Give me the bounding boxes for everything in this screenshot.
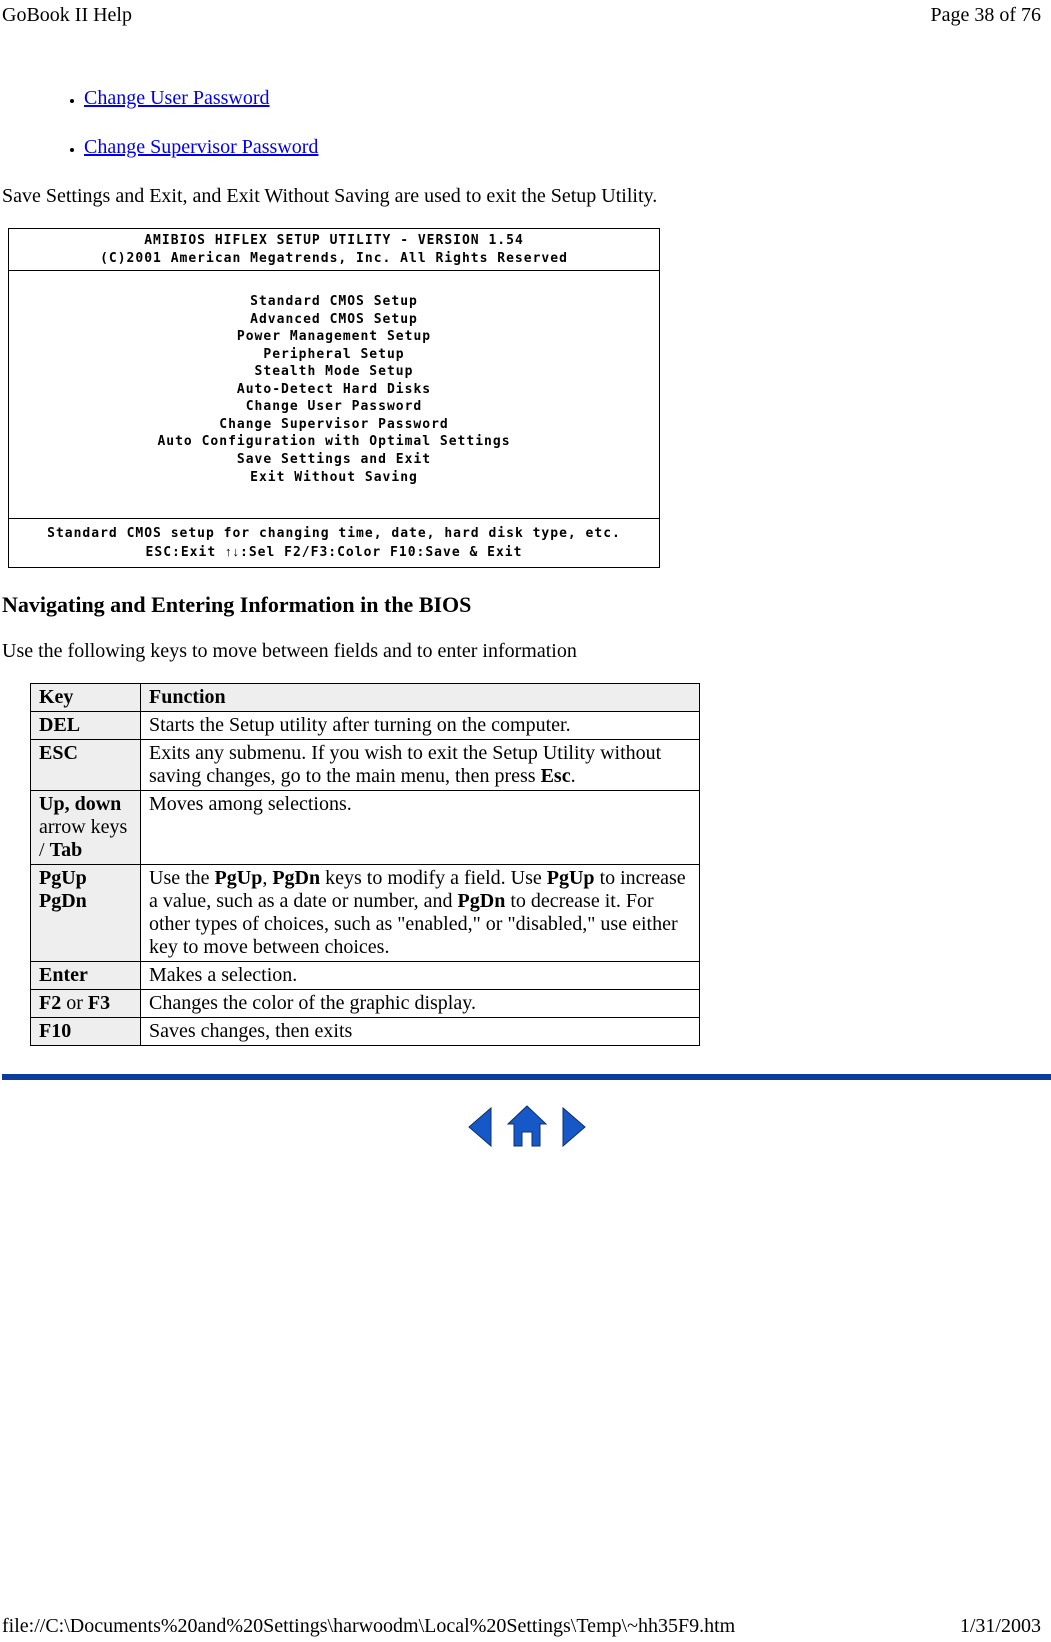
table-cell-key: DEL <box>31 712 141 740</box>
table-cell-key: Up, down arrow keys / Tab <box>31 791 141 865</box>
bios-menu-item: Stealth Mode Setup <box>15 363 653 381</box>
table-row: F2 or F3Changes the color of the graphic… <box>31 990 700 1018</box>
doc-title: GoBook II Help <box>2 4 132 27</box>
list-item: Change Supervisor Password <box>84 136 1051 159</box>
table-cell-function: Saves changes, then exits <box>141 1018 700 1046</box>
bios-menu: Standard CMOS SetupAdvanced CMOS SetupPo… <box>9 271 659 519</box>
table-row: Up, down arrow keys / TabMoves among sel… <box>31 791 700 865</box>
table-row: ESCExits any submenu. If you wish to exi… <box>31 740 700 791</box>
table-cell-key: Enter <box>31 962 141 990</box>
bios-header: AMIBIOS HIFLEX SETUP UTILITY - VERSION 1… <box>9 229 659 271</box>
bios-menu-item: Peripheral Setup <box>15 346 653 364</box>
bios-menu-item: Auto-Detect Hard Disks <box>15 381 653 399</box>
table-cell-function: Starts the Setup utility after turning o… <box>141 712 700 740</box>
paragraph: Use the following keys to move between f… <box>2 640 1051 663</box>
table-cell-key: F2 or F3 <box>31 990 141 1018</box>
bios-menu-item: Exit Without Saving <box>15 469 653 487</box>
bios-screenshot: AMIBIOS HIFLEX SETUP UTILITY - VERSION 1… <box>8 228 660 568</box>
table-cell-function: Exits any submenu. If you wish to exit t… <box>141 740 700 791</box>
bios-menu-item: Change User Password <box>15 398 653 416</box>
bios-menu-item: Change Supervisor Password <box>15 416 653 434</box>
footer-date: 1/31/2003 <box>960 1615 1041 1638</box>
table-cell-key: F10 <box>31 1018 141 1046</box>
bios-menu-item: Auto Configuration with Optimal Settings <box>15 433 653 451</box>
table-row: F10Saves changes, then exits <box>31 1018 700 1046</box>
paragraph: Save Settings and Exit, and Exit Without… <box>2 185 1051 208</box>
table-row: PgUp PgDnUse the PgUp, PgDn keys to modi… <box>31 865 700 962</box>
link-change-user-password[interactable]: Change User Password <box>84 87 270 109</box>
section-heading: Navigating and Entering Information in t… <box>2 592 1051 618</box>
home-icon[interactable] <box>504 1104 550 1150</box>
file-path: file://C:\Documents%20and%20Settings\har… <box>2 1615 735 1638</box>
nav-icons <box>2 1104 1051 1150</box>
table-row: DELStarts the Setup utility after turnin… <box>31 712 700 740</box>
bios-menu-item: Power Management Setup <box>15 328 653 346</box>
page-number: Page 38 of 76 <box>930 4 1041 27</box>
bios-footer: Standard CMOS setup for changing time, d… <box>9 519 659 567</box>
table-header-key: Key <box>31 684 141 712</box>
prev-icon[interactable] <box>463 1104 499 1150</box>
list-item: Change User Password <box>84 87 1051 110</box>
bios-footer-line1: Standard CMOS setup for changing time, d… <box>15 525 653 543</box>
link-change-supervisor-password[interactable]: Change Supervisor Password <box>84 136 318 158</box>
table-cell-function: Moves among selections. <box>141 791 700 865</box>
bios-title-line1: AMIBIOS HIFLEX SETUP UTILITY - VERSION 1… <box>15 232 653 250</box>
table-header-function: Function <box>141 684 700 712</box>
bios-menu-item: Standard CMOS Setup <box>15 293 653 311</box>
next-icon[interactable] <box>555 1104 591 1150</box>
table-cell-function: Makes a selection. <box>141 962 700 990</box>
bios-menu-item: Save Settings and Exit <box>15 451 653 469</box>
bios-footer-line2: ESC:Exit ↑↓:Sel F2/F3:Color F10:Save & E… <box>15 543 653 562</box>
table-cell-key: PgUp PgDn <box>31 865 141 962</box>
table-row: EnterMakes a selection. <box>31 962 700 990</box>
table-cell-function: Use the PgUp, PgDn keys to modify a fiel… <box>141 865 700 962</box>
divider <box>2 1074 1051 1080</box>
table-cell-function: Changes the color of the graphic display… <box>141 990 700 1018</box>
key-function-table: Key Function DELStarts the Setup utility… <box>30 683 700 1046</box>
table-cell-key: ESC <box>31 740 141 791</box>
bios-title-line2: (C)2001 American Megatrends, Inc. All Ri… <box>15 250 653 268</box>
bios-menu-item: Advanced CMOS Setup <box>15 311 653 329</box>
